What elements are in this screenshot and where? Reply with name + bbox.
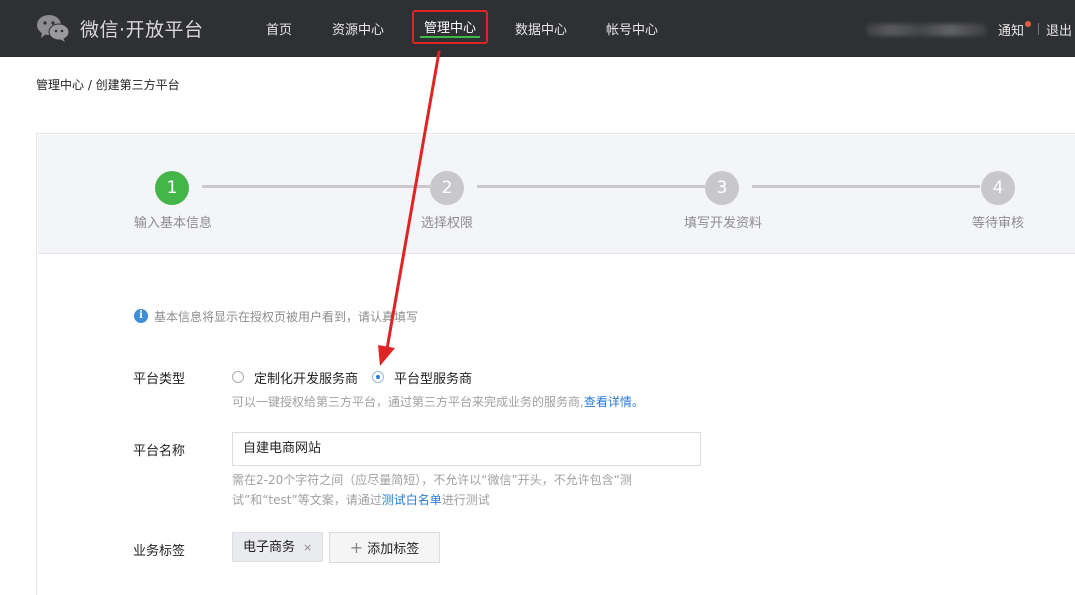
nav-resource-center[interactable]: 资源中心 <box>332 19 384 38</box>
step-2-circle: 2 <box>430 171 464 205</box>
platform-type-hint-text: 可以一键授权给第三方平台，通过第三方平台来完成业务的服务商, <box>232 395 584 409</box>
name-hint-text-a: 试”和“test”等文案，请通过 <box>232 493 382 507</box>
radio-custom-developer[interactable] <box>232 371 244 383</box>
create-platform-panel: 1 2 3 4 输入基本信息 选择权限 填写开发资料 等待审核 i 基本信息将显… <box>36 133 1075 595</box>
progress-steps: 1 2 3 4 输入基本信息 选择权限 填写开发资料 等待审核 <box>38 135 1075 254</box>
step-connector <box>477 185 705 188</box>
tag-ecommerce: 电子商务 × <box>232 532 324 562</box>
view-details-link[interactable]: 查看详情 <box>584 395 632 409</box>
radio-platform-provider[interactable] <box>372 371 384 383</box>
step-3-label: 填写开发资料 <box>684 216 763 231</box>
radio-custom-developer-label[interactable]: 定制化开发服务商 <box>254 368 358 387</box>
add-tag-button[interactable]: + 添加标签 <box>329 532 440 563</box>
logout-link[interactable]: 退出 <box>1046 20 1072 39</box>
brand-title: 微信·开放平台 <box>80 19 204 41</box>
step-1-label: 输入基本信息 <box>134 216 213 231</box>
top-navigation-bar: 微信·开放平台 首页 资源中心 管理中心 数据中心 帐号中心 通知 退出 <box>0 0 1075 57</box>
step-3-circle: 3 <box>705 171 739 205</box>
platform-name-hint-line2: 试”和“test”等文案，请通过测试白名单进行测试 <box>232 491 490 508</box>
breadcrumb: 管理中心 / 创建第三方平台 <box>36 78 180 92</box>
wechat-logo-icon <box>37 15 70 42</box>
topbar-divider <box>1038 23 1039 35</box>
step-4-label: 等待审核 <box>972 216 1025 231</box>
add-tag-label: 添加标签 <box>367 542 420 557</box>
nav-management-center[interactable]: 管理中心 <box>412 10 489 44</box>
radio-platform-provider-label[interactable]: 平台型服务商 <box>394 368 472 387</box>
notify-badge-dot <box>1025 21 1031 27</box>
nav-home[interactable]: 首页 <box>266 19 292 38</box>
info-icon: i <box>134 309 148 323</box>
platform-name-hint-line1: 需在2-20个字符之间（应尽量简短），不允许以“微信”开头，不允许包含“测 <box>232 473 632 487</box>
tag-ecommerce-text: 电子商务 <box>243 540 296 555</box>
info-notice: 基本信息将显示在授权页被用户看到，请认真填写 <box>154 310 419 324</box>
name-hint-text-b: 进行测试 <box>441 493 490 507</box>
platform-type-label: 平台类型 <box>133 372 186 387</box>
step-4-circle: 4 <box>981 171 1015 205</box>
platform-type-hint: 可以一键授权给第三方平台，通过第三方平台来完成业务的服务商,查看详情。 <box>232 393 644 410</box>
hint-period: 。 <box>631 395 644 409</box>
plus-icon: + <box>349 538 364 557</box>
test-whitelist-link[interactable]: 测试白名单 <box>382 493 442 507</box>
business-tags-label: 业务标签 <box>133 544 186 559</box>
platform-name-input[interactable]: 自建电商网站 <box>232 432 701 466</box>
platform-name-label: 平台名称 <box>133 444 186 459</box>
step-1-circle: 1 <box>155 171 189 205</box>
nav-account-center[interactable]: 帐号中心 <box>606 19 658 38</box>
step-connector <box>202 185 430 188</box>
step-2-label: 选择权限 <box>421 216 474 231</box>
step-connector <box>752 185 980 188</box>
notify-link[interactable]: 通知 <box>998 20 1024 39</box>
nav-data-center[interactable]: 数据中心 <box>515 19 567 38</box>
tag-remove-icon[interactable]: × <box>303 541 312 554</box>
blurred-username <box>866 24 986 36</box>
